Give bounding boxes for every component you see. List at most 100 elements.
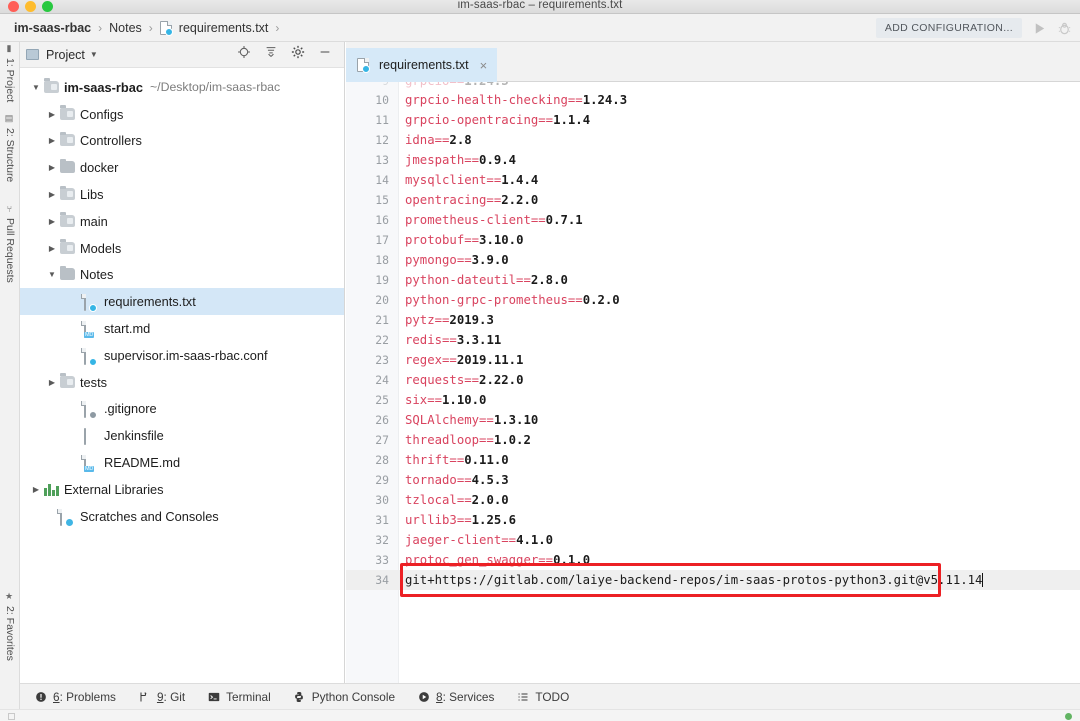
chevron-collapsed-icon[interactable]: ▶ bbox=[44, 244, 60, 253]
code-view[interactable]: 9 grpcio==1.24.3 10 grpcio-health-checki… bbox=[346, 82, 1080, 683]
code-line[interactable]: 12 idna==2.8 bbox=[346, 130, 1080, 150]
chevron-collapsed-icon[interactable]: ▶ bbox=[44, 378, 60, 387]
line-text: grpcio-opentracing==1.1.4 bbox=[399, 113, 590, 127]
code-line[interactable]: 21 pytz==2019.3 bbox=[346, 310, 1080, 330]
tree-row-notes[interactable]: ▼ Notes bbox=[20, 262, 344, 289]
breadcrumb-item-project[interactable]: im-saas-rbac bbox=[14, 21, 91, 35]
tree-row-project-root[interactable]: ▼ im-saas-rbac ~/Desktop/im-saas-rbac bbox=[20, 74, 344, 101]
editor-area: requirements.txt × 9 grpcio==1.24.3 10 g… bbox=[346, 42, 1080, 683]
tool-button-pull-requests[interactable]: ⑂ Pull Requests bbox=[0, 205, 20, 283]
tool-button-favorites[interactable]: ★ 2: Favorites bbox=[0, 592, 20, 661]
tool-button-structure[interactable]: ▤ 2: Structure bbox=[0, 114, 20, 182]
locate-target-icon[interactable] bbox=[237, 45, 251, 64]
hide-panel-icon[interactable] bbox=[318, 45, 332, 64]
close-icon[interactable]: × bbox=[480, 58, 488, 73]
tool-button-project[interactable]: ▮ 1: Project bbox=[0, 44, 20, 102]
code-line[interactable]: 27 threadloop==1.0.2 bbox=[346, 430, 1080, 450]
tree-row-docker[interactable]: ▶ docker bbox=[20, 154, 344, 181]
tree-row-label: .gitignore bbox=[104, 401, 157, 417]
tree-row-gitignore[interactable]: ▶ .gitignore bbox=[20, 396, 344, 423]
line-number: 14 bbox=[375, 173, 389, 187]
status-item-todo[interactable]: TODO bbox=[516, 690, 569, 704]
status-item-problems[interactable]: 6: Problems bbox=[34, 690, 116, 704]
tree-row-requirements-txt[interactable]: ▶ requirements.txt bbox=[20, 288, 344, 316]
line-number: 33 bbox=[375, 553, 389, 567]
code-line[interactable]: 33 protoc_gen_swagger==0.1.0 bbox=[346, 550, 1080, 570]
chevron-down-icon[interactable]: ▼ bbox=[90, 50, 98, 59]
tree-row-readme-md[interactable]: ▶ MD README.md bbox=[20, 449, 344, 476]
chevron-collapsed-icon[interactable]: ▶ bbox=[44, 110, 60, 119]
chevron-collapsed-icon[interactable]: ▶ bbox=[44, 190, 60, 199]
run-play-icon[interactable] bbox=[1032, 21, 1047, 36]
tree-row-models[interactable]: ▶ Models bbox=[20, 235, 344, 262]
tree-row-tests[interactable]: ▶ tests bbox=[20, 369, 344, 396]
line-text: six==1.10.0 bbox=[399, 393, 486, 407]
chevron-collapsed-icon[interactable]: ▶ bbox=[44, 163, 60, 172]
tree-row-label: tests bbox=[80, 374, 108, 390]
tree-row-configs[interactable]: ▶ Configs bbox=[20, 101, 344, 128]
tree-row-external-libraries[interactable]: ▶ External Libraries bbox=[20, 476, 344, 503]
code-line[interactable]: 23 regex==2019.11.1 bbox=[346, 350, 1080, 370]
line-text: threadloop==1.0.2 bbox=[399, 433, 531, 447]
code-lines: 10 grpcio-health-checking==1.24.3 11 grp… bbox=[346, 90, 1080, 597]
chevron-expanded-icon[interactable]: ▼ bbox=[44, 270, 60, 279]
debug-bug-icon[interactable] bbox=[1057, 21, 1072, 36]
code-line[interactable]: 31 urllib3==1.25.6 bbox=[346, 510, 1080, 530]
code-line[interactable]: 14 mysqlclient==1.4.4 bbox=[346, 170, 1080, 190]
settings-gear-icon[interactable] bbox=[291, 45, 305, 64]
code-line[interactable]: 20 python-grpc-prometheus==0.2.0 bbox=[346, 290, 1080, 310]
tree-row-libs[interactable]: ▶ Libs bbox=[20, 181, 344, 208]
tree-row-controllers[interactable]: ▶ Controllers bbox=[20, 128, 344, 155]
tree-row-supervisor-conf[interactable]: ▶ supervisor.im-saas-rbac.conf bbox=[20, 342, 344, 369]
folder-plain-icon bbox=[60, 161, 75, 174]
ignored-file-icon bbox=[84, 401, 99, 420]
tree-row-jenkinsfile[interactable]: ▶ Jenkinsfile bbox=[20, 422, 344, 449]
package-version: 0.1.0 bbox=[553, 553, 591, 567]
libraries-icon bbox=[44, 483, 59, 496]
code-line[interactable]: 26 SQLAlchemy==1.3.10 bbox=[346, 410, 1080, 430]
chevron-collapsed-icon[interactable]: ▶ bbox=[44, 217, 60, 226]
tree-row-label: Scratches and Consoles bbox=[80, 508, 219, 524]
tree-row-scratches-and-consoles[interactable]: ▶ Scratches and Consoles bbox=[20, 503, 344, 530]
code-line[interactable]: 15 opentracing==2.2.0 bbox=[346, 190, 1080, 210]
status-item-terminal[interactable]: Terminal bbox=[207, 690, 271, 704]
code-line[interactable]: 28 thrift==0.11.0 bbox=[346, 450, 1080, 470]
breadcrumb-item-file[interactable]: requirements.txt bbox=[179, 21, 269, 35]
package-version: 0.9.4 bbox=[479, 153, 517, 167]
line-text: thrift==0.11.0 bbox=[399, 453, 509, 467]
line-text: python-dateutil==2.8.0 bbox=[399, 273, 568, 287]
status-item-services[interactable]: 8: Services bbox=[417, 690, 494, 704]
project-panel-title[interactable]: Project ▼ bbox=[26, 48, 98, 62]
active-line-text[interactable]: git+https://gitlab.com/laiye-backend-rep… bbox=[399, 573, 984, 587]
code-line[interactable]: 25 six==1.10.0 bbox=[346, 390, 1080, 410]
status-item-git[interactable]: 9: Git bbox=[138, 690, 185, 704]
breadcrumb-item-folder[interactable]: Notes bbox=[109, 21, 142, 35]
package-name: tornado== bbox=[405, 473, 472, 487]
tree-row-main[interactable]: ▶ main bbox=[20, 208, 344, 235]
active-code-line[interactable]: 34 git+https://gitlab.com/laiye-backend-… bbox=[346, 563, 1080, 597]
code-line[interactable]: 13 jmespath==0.9.4 bbox=[346, 150, 1080, 170]
code-line[interactable]: 32 jaeger-client==4.1.0 bbox=[346, 530, 1080, 550]
code-line[interactable]: 30 tzlocal==2.0.0 bbox=[346, 490, 1080, 510]
code-line[interactable]: 18 pymongo==3.9.0 bbox=[346, 250, 1080, 270]
code-line[interactable]: 17 protobuf==3.10.0 bbox=[346, 230, 1080, 250]
code-line[interactable]: 24 requests==2.22.0 bbox=[346, 370, 1080, 390]
terminal-icon bbox=[207, 690, 220, 703]
chevron-expanded-icon[interactable]: ▼ bbox=[28, 83, 44, 92]
editor-tab-requirements-txt[interactable]: requirements.txt × bbox=[346, 48, 498, 82]
line-number: 11 bbox=[375, 113, 389, 127]
code-line[interactable]: 16 prometheus-client==0.7.1 bbox=[346, 210, 1080, 230]
status-item-python-console[interactable]: Python Console bbox=[293, 690, 395, 704]
code-line[interactable]: 29 tornado==4.5.3 bbox=[346, 470, 1080, 490]
line-number: 26 bbox=[375, 413, 389, 427]
add-configuration-button[interactable]: ADD CONFIGURATION... bbox=[875, 18, 1022, 38]
chevron-collapsed-icon[interactable]: ▶ bbox=[28, 485, 44, 494]
code-line[interactable]: 11 grpcio-opentracing==1.1.4 bbox=[346, 110, 1080, 130]
tree-row-start-md[interactable]: ▶ MD start.md bbox=[20, 315, 344, 342]
project-icon bbox=[26, 48, 41, 61]
code-line[interactable]: 10 grpcio-health-checking==1.24.3 bbox=[346, 90, 1080, 110]
code-line[interactable]: 19 python-dateutil==2.8.0 bbox=[346, 270, 1080, 290]
collapse-all-icon[interactable] bbox=[264, 45, 278, 64]
chevron-collapsed-icon[interactable]: ▶ bbox=[44, 136, 60, 145]
code-line[interactable]: 22 redis==3.3.11 bbox=[346, 330, 1080, 350]
